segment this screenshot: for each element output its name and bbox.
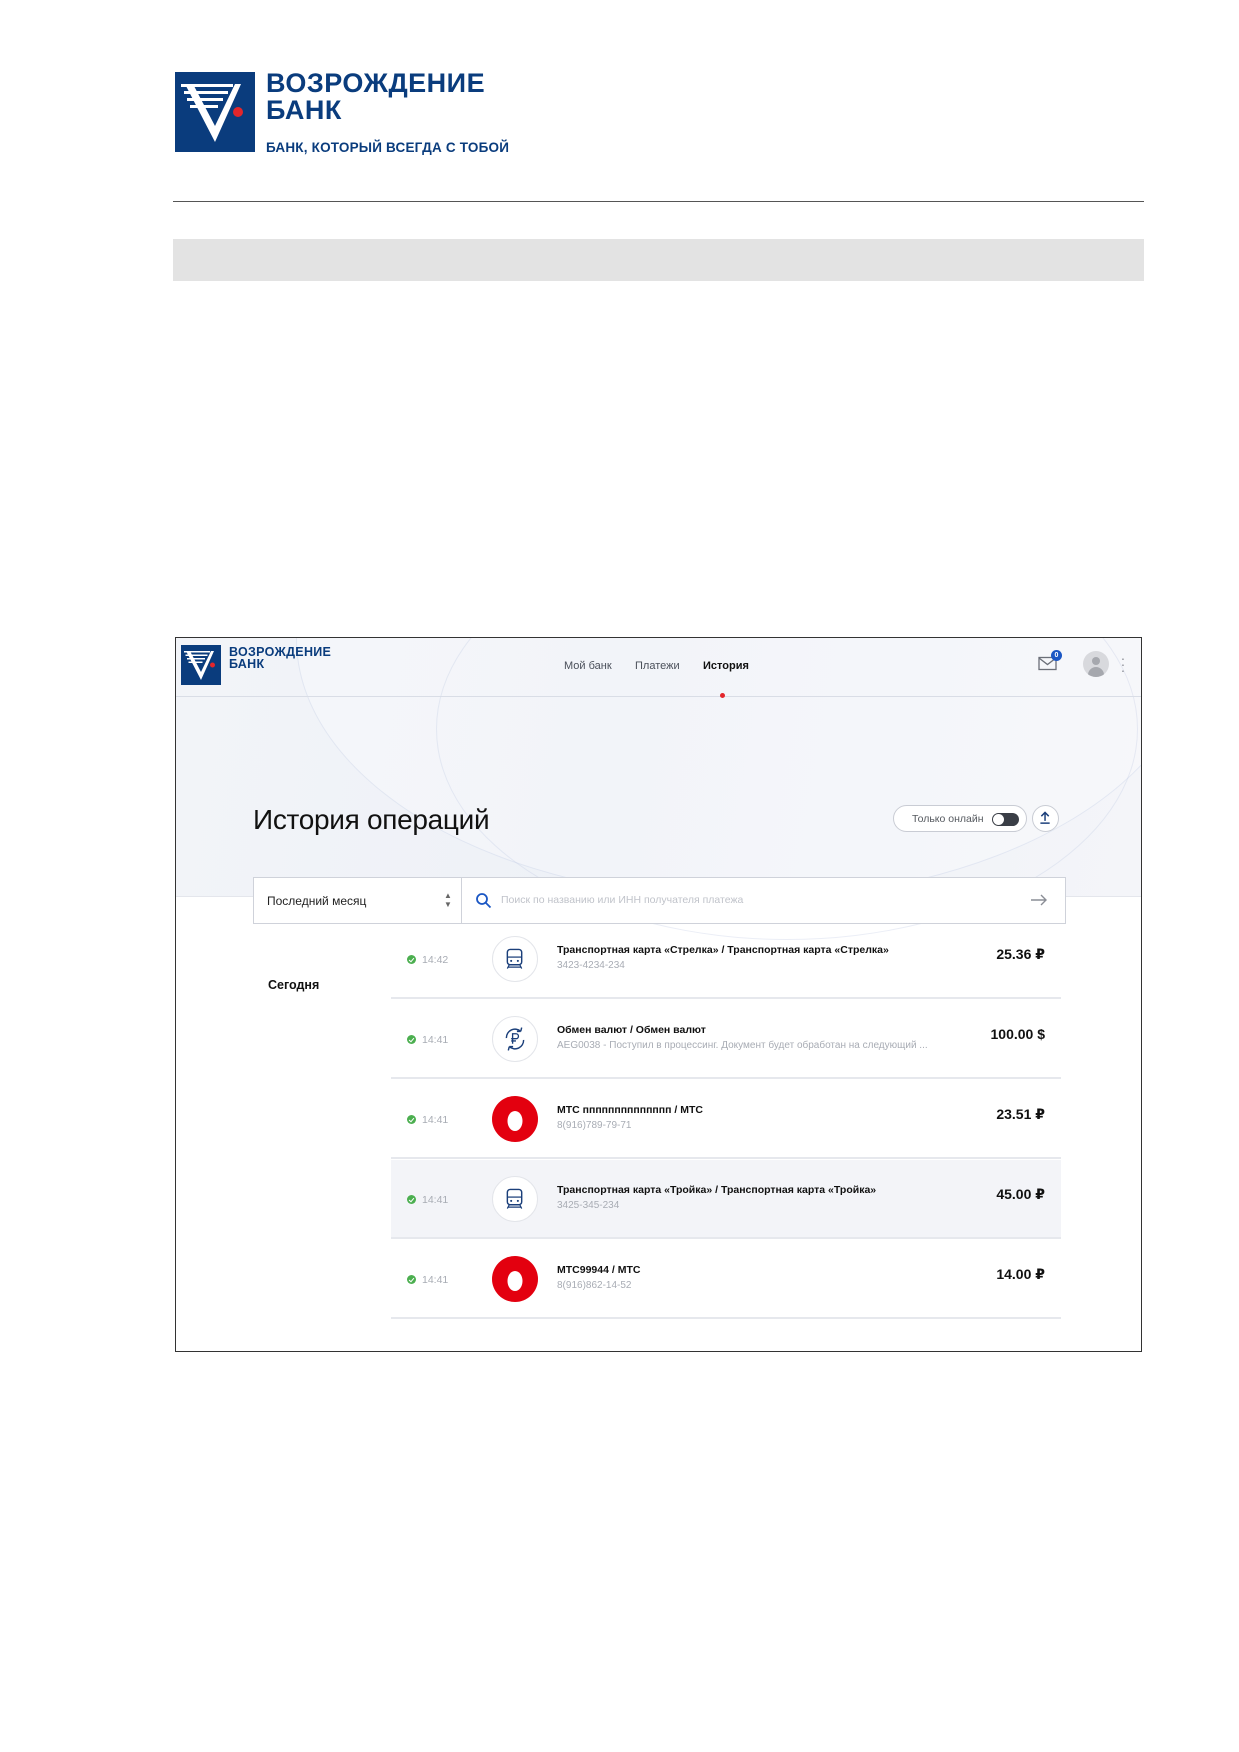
transaction-icon [492, 1096, 538, 1142]
transaction-row[interactable]: 14:42 Транспортная карта «Стрелка» / Тра… [391, 920, 1061, 999]
transaction-title: МТС99944 / МТС [557, 1264, 641, 1276]
status-ok-icon [407, 955, 416, 964]
brand-name-line2: БАНК [266, 95, 342, 125]
transaction-time: 14:41 [422, 1034, 449, 1046]
transaction-icon [492, 936, 538, 982]
nav-history[interactable]: История [703, 660, 749, 672]
upload-icon [1040, 811, 1050, 824]
transaction-time: 14:41 [422, 1114, 449, 1126]
header-divider [173, 201, 1144, 202]
transaction-amount: 45.00 ₽ [996, 1186, 1045, 1202]
header-band [173, 239, 1144, 281]
document-brand: ВОЗРОЖДЕНИЕ БАНК БАНК, КОТОРЫЙ ВСЕГДА С … [266, 68, 509, 156]
online-only-toggle[interactable]: Только онлайн [893, 805, 1027, 832]
transaction-icon [492, 1176, 538, 1222]
arrow-right-icon[interactable] [1030, 893, 1048, 907]
bank-logo-icon [175, 72, 255, 152]
status-ok-icon [407, 1115, 416, 1124]
app-brand: ВОЗРОЖДЕНИЕ БАНК [229, 646, 331, 671]
transaction-row[interactable]: 14:41 Транспортная карта «Тройка» / Тран… [391, 1160, 1061, 1239]
transaction-title: Обмен валют / Обмен валют [557, 1024, 706, 1036]
active-nav-indicator [720, 693, 725, 698]
train-icon [506, 948, 523, 969]
status-ok-icon [407, 1035, 416, 1044]
transaction-time: 14:42 [422, 954, 449, 966]
filter-bar: Последний месяц ▲ ▼ [253, 877, 1066, 924]
more-menu-icon[interactable]: · · · [1120, 651, 1126, 677]
page-title: История операций [253, 804, 490, 835]
transaction-row[interactable]: 14:41 Обмен валют / Обмен валют AEG0038 … [391, 1000, 1061, 1079]
search-icon [476, 893, 492, 909]
train-icon [506, 1188, 523, 1209]
transaction-amount: 14.00 ₽ [996, 1266, 1045, 1282]
avatar[interactable] [1083, 651, 1109, 677]
mail-badge: 0 [1051, 650, 1062, 661]
status-ok-icon [407, 1275, 416, 1284]
status-ok-icon [407, 1195, 416, 1204]
mts-egg-icon [507, 1271, 523, 1291]
transaction-amount: 100.00 $ [990, 1026, 1046, 1042]
transaction-subtitle: 3425-345-234 [557, 1200, 620, 1211]
nav-payments[interactable]: Платежи [635, 660, 680, 672]
transaction-icon [492, 1016, 538, 1062]
period-select[interactable]: Последний месяц ▲ ▼ [254, 878, 462, 923]
transaction-amount: 25.36 ₽ [996, 946, 1045, 962]
transaction-title: МТС пппппппппппппп / МТС [557, 1104, 703, 1116]
online-only-label: Только онлайн [912, 813, 984, 825]
transaction-subtitle: AEG0038 - Поступил в процессинг. Докумен… [557, 1040, 928, 1051]
transaction-icon [492, 1256, 538, 1302]
day-label: Сегодня [268, 978, 320, 992]
transaction-title: Транспортная карта «Стрелка» / Транспорт… [557, 944, 889, 956]
mts-egg-icon [507, 1111, 523, 1131]
transaction-subtitle: 3423-4234-234 [557, 960, 625, 971]
history-screenshot: ВОЗРОЖДЕНИЕ БАНК Мой банк Платежи Истори… [175, 637, 1142, 1352]
transaction-amount: 23.51 ₽ [996, 1106, 1045, 1122]
currency-exchange-icon [505, 1027, 525, 1051]
search-input[interactable] [501, 890, 1001, 910]
transaction-title: Транспортная карта «Тройка» / Транспортн… [557, 1184, 877, 1196]
transaction-subtitle: 8(916)862-14-52 [557, 1280, 632, 1291]
transaction-row[interactable]: 14:41 МТС99944 / МТС 8(916)862-14-52 14.… [391, 1240, 1061, 1319]
nav-my-bank[interactable]: Мой банк [564, 660, 612, 672]
toggle-switch[interactable] [992, 813, 1019, 826]
transaction-row[interactable]: 14:41 МТС пппппппппппппп / МТС 8(916)789… [391, 1080, 1061, 1159]
transaction-time: 14:41 [422, 1194, 449, 1206]
app-header: ВОЗРОЖДЕНИЕ БАНК Мой банк Платежи Истори… [176, 638, 1141, 698]
transaction-subtitle: 8(916)789-79-71 [557, 1120, 632, 1131]
brand-name-line1: ВОЗРОЖДЕНИЕ [266, 68, 486, 98]
export-button[interactable] [1032, 805, 1059, 832]
transaction-time: 14:41 [422, 1274, 449, 1286]
bank-logo-icon[interactable] [181, 645, 221, 685]
brand-slogan: БАНК, КОТОРЫЙ ВСЕГДА С ТОБОЙ [266, 140, 510, 155]
period-value: Последний месяц [267, 894, 367, 908]
select-arrows-icon: ▲ ▼ [444, 891, 452, 909]
app-brand-line2: БАНК [229, 657, 265, 671]
